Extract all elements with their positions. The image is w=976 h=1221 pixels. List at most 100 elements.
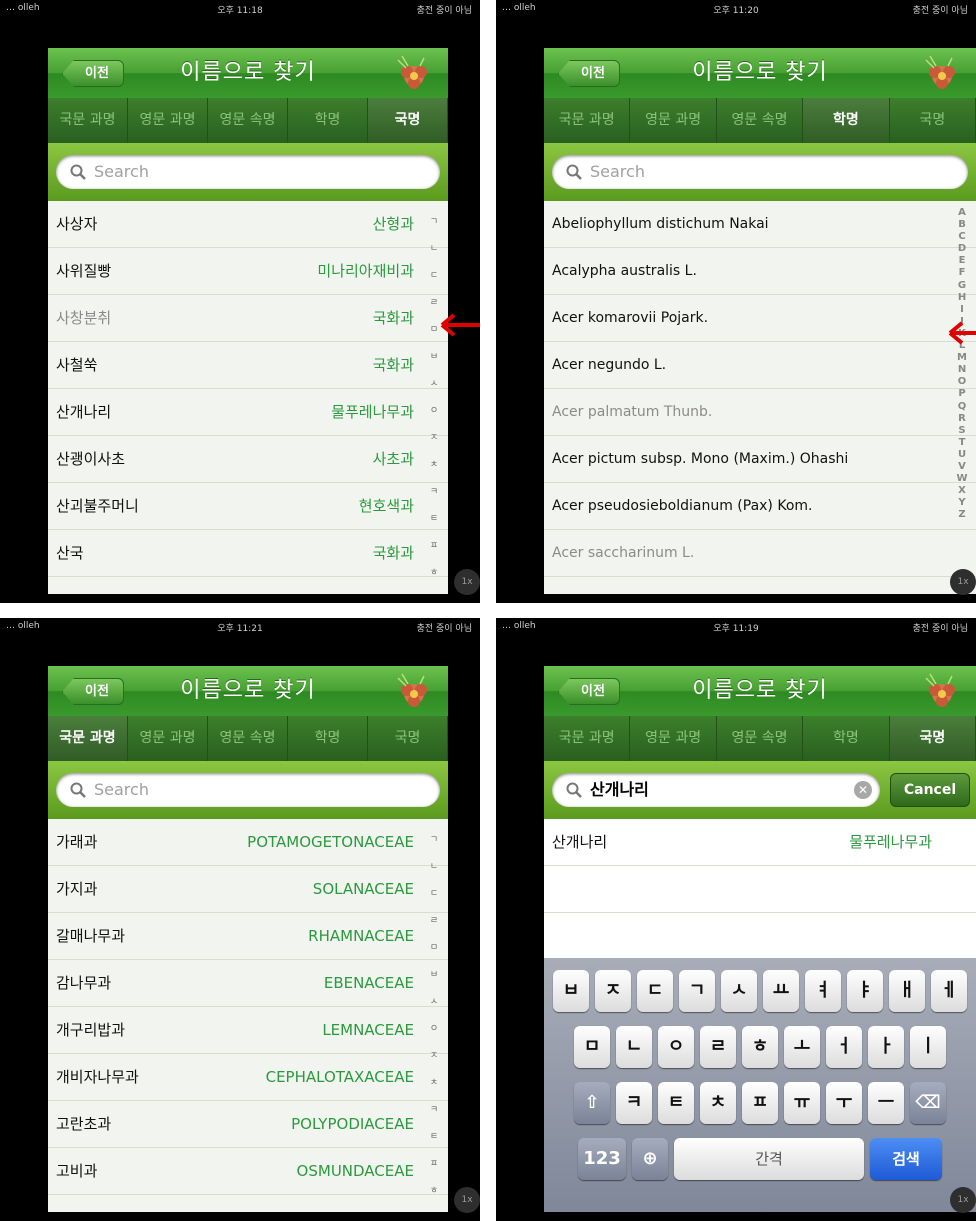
list-item[interactable]: 가지과 SOLANACEAE xyxy=(48,866,448,913)
index-letter[interactable]: ㅅ xyxy=(424,371,444,398)
list-item[interactable]: 개구리밥과 LEMNACEAE xyxy=(48,1007,448,1054)
index-letter[interactable]: ㅋ xyxy=(424,1097,444,1124)
clear-icon[interactable]: ✕ xyxy=(854,781,872,799)
space-key[interactable]: 간격 xyxy=(674,1138,864,1180)
index-letter[interactable]: ㄷ xyxy=(424,263,444,290)
index-letter[interactable]: S xyxy=(952,425,972,437)
index-letter[interactable]: ㅊ xyxy=(424,1070,444,1097)
tab-korean-family[interactable]: 국문 과명 xyxy=(544,716,631,761)
search-input[interactable]: Search xyxy=(552,155,968,189)
index-letter[interactable]: ㄹ xyxy=(424,908,444,935)
keyboard-key[interactable]: ㅛ xyxy=(763,970,799,1012)
tab-english-family[interactable]: 영문 과명 xyxy=(128,98,208,143)
globe-icon[interactable]: ⊕ xyxy=(632,1138,668,1180)
tab-korean-family[interactable]: 국문 과명 xyxy=(544,98,631,143)
search-input[interactable]: 산개나리 ✕ xyxy=(552,773,880,807)
section-index[interactable]: ㄱㄴㄷㄹㅁㅂㅅㅇㅈㅊㅋㅌㅍㅎ xyxy=(424,827,444,1205)
keyboard-key[interactable]: ㅡ xyxy=(868,1082,904,1124)
list-item[interactable]: 산개나리 물푸레나무과 xyxy=(48,389,448,436)
index-letter[interactable]: ㅈ xyxy=(424,1043,444,1070)
index-letter[interactable]: F xyxy=(952,267,972,279)
index-letter[interactable]: ㄴ xyxy=(424,854,444,881)
index-letter[interactable]: A xyxy=(952,207,972,219)
list-item[interactable]: Acer pictum subsp. Mono (Maxim.) Ohashi xyxy=(544,436,976,483)
list-item[interactable]: 개비자나무과 CEPHALOTAXACEAE xyxy=(48,1054,448,1101)
list-item[interactable]: Acer negundo L. xyxy=(544,342,976,389)
index-letter[interactable]: T xyxy=(952,437,972,449)
keyboard-key[interactable]: ㅓ xyxy=(826,1026,862,1068)
zoom-badge[interactable]: 1x xyxy=(950,1187,976,1213)
index-letter[interactable]: W xyxy=(952,473,972,485)
list-item[interactable]: 고란초과 POLYPODIACEAE xyxy=(48,1101,448,1148)
keyboard-key[interactable]: ㅗ xyxy=(784,1026,820,1068)
list-item[interactable]: 가래과 POTAMOGETONACEAE xyxy=(48,819,448,866)
tab-english-family[interactable]: 영문 과명 xyxy=(630,716,717,761)
index-letter[interactable]: G xyxy=(952,280,972,292)
index-letter[interactable]: E xyxy=(952,255,972,267)
index-letter[interactable]: ㅇ xyxy=(424,398,444,425)
list-item[interactable]: Acalypha australis L. xyxy=(544,248,976,295)
index-letter[interactable]: N xyxy=(952,364,972,376)
list-item[interactable]: 사창분취 국화과 xyxy=(48,295,448,342)
keyboard-key[interactable]: ㅇ xyxy=(658,1026,694,1068)
tab-korean-name[interactable]: 국명 xyxy=(890,98,976,143)
index-letter[interactable]: V xyxy=(952,461,972,473)
list-item[interactable]: Acer pseudosieboldianum (Pax) Kom. xyxy=(544,483,976,530)
numbers-key[interactable]: 123 xyxy=(578,1138,626,1180)
zoom-badge[interactable]: 1x xyxy=(454,1187,480,1213)
keyboard-key[interactable]: ㄷ xyxy=(637,970,673,1012)
keyboard-key[interactable]: ㄱ xyxy=(679,970,715,1012)
keyboard-key[interactable]: ㅁ xyxy=(574,1026,610,1068)
index-letter[interactable]: ㅈ xyxy=(424,425,444,452)
keyboard-key[interactable]: ㄴ xyxy=(616,1026,652,1068)
keyboard-key[interactable]: ㄹ xyxy=(700,1026,736,1068)
zoom-badge[interactable]: 1x xyxy=(950,569,976,595)
list-item[interactable]: 감나무과 EBENACEAE xyxy=(48,960,448,1007)
tab-scientific-name[interactable]: 학명 xyxy=(288,716,368,761)
list-item[interactable]: 사상자 산형과 xyxy=(48,201,448,248)
index-letter[interactable]: ㅇ xyxy=(424,1016,444,1043)
list-item[interactable]: Acer palmatum Thunb. xyxy=(544,389,976,436)
back-button[interactable]: 이전 xyxy=(558,678,620,705)
index-letter[interactable]: U xyxy=(952,449,972,461)
list-item[interactable]: Abeliophyllum distichum Nakai xyxy=(544,201,976,248)
keyboard-key[interactable]: ㅠ xyxy=(784,1082,820,1124)
list-item[interactable]: Acer komarovii Pojark. xyxy=(544,295,976,342)
list-item[interactable]: 산개나리 물푸레나무과 xyxy=(544,819,976,866)
keyboard-key[interactable]: ㅏ xyxy=(868,1026,904,1068)
list-item[interactable]: 고비과 OSMUNDACEAE xyxy=(48,1148,448,1195)
index-letter[interactable]: M xyxy=(952,352,972,364)
index-letter[interactable]: R xyxy=(952,413,972,425)
keyboard-key[interactable]: ㅂ xyxy=(553,970,589,1012)
search-key[interactable]: 검색 xyxy=(870,1138,942,1180)
tab-scientific-name[interactable]: 학명 xyxy=(803,716,890,761)
keyboard-key[interactable]: ㅌ xyxy=(658,1082,694,1124)
tab-english-family[interactable]: 영문 과명 xyxy=(630,98,717,143)
index-letter[interactable]: ㅎ xyxy=(424,560,444,587)
back-button[interactable]: 이전 xyxy=(558,60,620,87)
index-letter[interactable]: ㅂ xyxy=(424,344,444,371)
list-item[interactable]: 사위질빵 미나리아재비과 xyxy=(48,248,448,295)
index-letter[interactable]: Q xyxy=(952,401,972,413)
tab-korean-name[interactable]: 국명 xyxy=(368,716,448,761)
index-letter[interactable]: ㄷ xyxy=(424,881,444,908)
keyboard-key[interactable]: ㅊ xyxy=(700,1082,736,1124)
keyboard-key[interactable]: ㅕ xyxy=(805,970,841,1012)
keyboard-key[interactable]: ㅣ xyxy=(910,1026,946,1068)
tab-korean-name[interactable]: 국명 xyxy=(368,98,448,143)
list-item[interactable]: Acer saccharinum L. xyxy=(544,530,976,577)
index-letter[interactable]: C xyxy=(952,231,972,243)
tab-english-family[interactable]: 영문 과명 xyxy=(128,716,208,761)
index-letter[interactable]: ㄱ xyxy=(424,827,444,854)
tab-english-genus[interactable]: 영문 속명 xyxy=(717,98,804,143)
index-letter[interactable]: O xyxy=(952,376,972,388)
tab-english-genus[interactable]: 영문 속명 xyxy=(717,716,804,761)
index-letter[interactable]: ㅌ xyxy=(424,1124,444,1151)
index-letter[interactable]: Z xyxy=(952,509,972,521)
section-index[interactable]: ㄱㄴㄷㄹㅁㅂㅅㅇㅈㅊㅋㅌㅍㅎ xyxy=(424,209,444,587)
search-input[interactable]: Search xyxy=(56,155,440,189)
tab-english-genus[interactable]: 영문 속명 xyxy=(208,716,288,761)
index-letter[interactable]: D xyxy=(952,243,972,255)
index-letter[interactable]: ㅍ xyxy=(424,533,444,560)
tab-korean-family[interactable]: 국문 과명 xyxy=(48,716,128,761)
